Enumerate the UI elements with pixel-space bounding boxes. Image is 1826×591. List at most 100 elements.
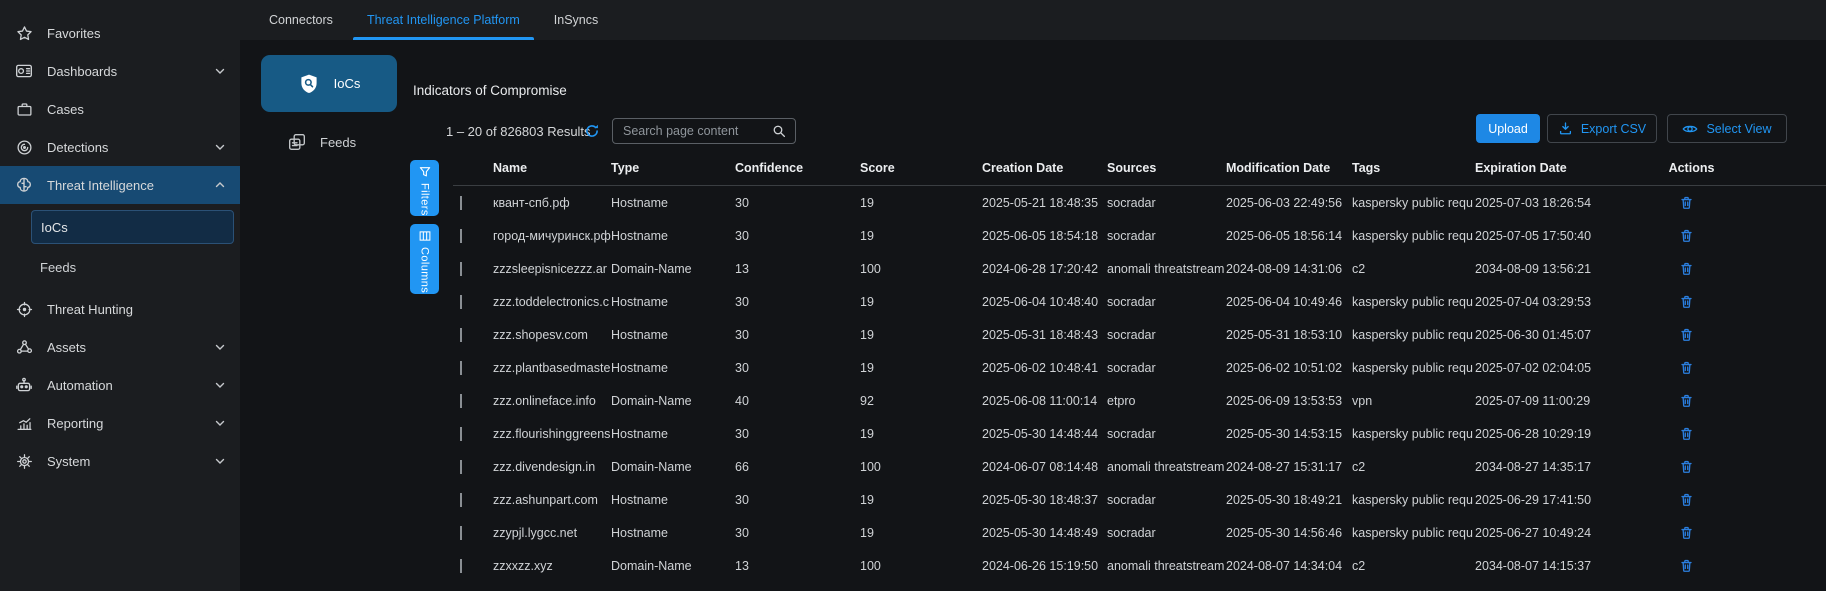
cell-creation-date: 2025-06-02 10:48:41	[982, 361, 1107, 375]
delete-icon[interactable]	[1678, 293, 1696, 311]
row-checkbox[interactable]	[460, 361, 462, 375]
sidebar-item-reporting[interactable]: Reporting	[0, 404, 240, 442]
cell-expiration-date: 2034-08-09 13:56:21	[1475, 262, 1614, 276]
tab-threat-intelligence-platform[interactable]: Threat Intelligence Platform	[350, 0, 537, 40]
row-checkbox[interactable]	[460, 295, 462, 309]
table-row[interactable]: zzz.divendesign.in Domain-Name 66 100 20…	[453, 450, 1826, 483]
table-row[interactable]: zzxxzz.xyz Domain-Name 13 100 2024-06-26…	[453, 549, 1826, 582]
row-checkbox[interactable]	[460, 229, 462, 243]
table-row[interactable]: zzypjl.lygcc.net Hostname 30 19 2025-05-…	[453, 516, 1826, 549]
search-input[interactable]	[621, 123, 766, 139]
table-row[interactable]: zzz.shopesv.com Hostname 30 19 2025-05-3…	[453, 318, 1826, 351]
table-row[interactable]: zzz.toddelectronics.c Hostname 30 19 202…	[453, 285, 1826, 318]
row-checkbox[interactable]	[460, 196, 462, 210]
feeds-icon	[288, 133, 306, 151]
delete-icon[interactable]	[1678, 557, 1696, 575]
row-checkbox[interactable]	[460, 493, 462, 507]
top-tab-bar: Connectors Threat Intelligence Platform …	[240, 0, 1826, 40]
table-row[interactable]: zzz.ashunpart.com Hostname 30 19 2025-05…	[453, 483, 1826, 516]
sidebar-item-threat-intelligence[interactable]: Threat Intelligence	[0, 166, 240, 204]
sidebar-item-iocs[interactable]: IoCs	[31, 210, 234, 244]
gear-icon	[14, 451, 34, 471]
delete-icon[interactable]	[1678, 359, 1696, 377]
delete-icon[interactable]	[1678, 458, 1696, 476]
sidebar-item-label: Threat Hunting	[47, 302, 133, 317]
cell-score: 100	[860, 460, 982, 474]
select-view-button[interactable]: Select View	[1667, 114, 1787, 143]
table-row[interactable]: zzz.onlineface.info Domain-Name 40 92 20…	[453, 384, 1826, 417]
delete-icon[interactable]	[1678, 260, 1696, 278]
cell-sources: socradar	[1107, 229, 1226, 243]
delete-icon[interactable]	[1678, 425, 1696, 443]
cell-name: квант-спб.рф	[493, 196, 611, 210]
tab-connectors[interactable]: Connectors	[252, 0, 350, 40]
chart-icon	[14, 413, 34, 433]
sidebar-item-feeds[interactable]: Feeds	[31, 252, 234, 282]
delete-icon[interactable]	[1678, 491, 1696, 509]
table-row[interactable]: zzz.plantbasedmaste Hostname 30 19 2025-…	[453, 351, 1826, 384]
sidebar-item-dashboards[interactable]: Dashboards	[0, 52, 240, 90]
cell-modification-date: 2025-05-30 14:53:15	[1226, 427, 1352, 441]
sidebar-item-assets[interactable]: Assets	[0, 328, 240, 366]
row-checkbox[interactable]	[460, 526, 462, 540]
cell-name: zzypjl.lygcc.net	[493, 526, 611, 540]
sidebar-item-threat-hunting[interactable]: Threat Hunting	[0, 290, 240, 328]
row-checkbox[interactable]	[460, 460, 462, 474]
cell-creation-date: 2025-05-30 14:48:49	[982, 526, 1107, 540]
cell-type: Hostname	[611, 361, 735, 375]
sidebar-item-label: Reporting	[47, 416, 103, 431]
subnav-feeds-button[interactable]: Feeds	[288, 130, 356, 154]
row-checkbox[interactable]	[460, 262, 462, 276]
row-checkbox[interactable]	[460, 559, 462, 573]
cell-sources: etpro	[1107, 394, 1226, 408]
table-row[interactable]: квант-спб.рф Hostname 30 19 2025-05-21 1…	[453, 186, 1826, 219]
cell-tags: kaspersky public requ	[1352, 229, 1475, 243]
cell-tags: c2	[1352, 262, 1475, 276]
delete-icon[interactable]	[1678, 227, 1696, 245]
row-checkbox[interactable]	[460, 328, 462, 342]
cell-expiration-date: 2025-07-04 03:29:53	[1475, 295, 1614, 309]
sidebar-item-detections[interactable]: Detections	[0, 128, 240, 166]
cell-expiration-date: 2034-08-27 14:35:17	[1475, 460, 1614, 474]
chevron-down-icon	[214, 417, 226, 429]
cell-modification-date: 2025-06-03 22:49:56	[1226, 196, 1352, 210]
delete-icon[interactable]	[1678, 194, 1696, 212]
table-row[interactable]: zzz.flourishinggreens Hostname 30 19 202…	[453, 417, 1826, 450]
refresh-icon[interactable]	[584, 123, 600, 139]
export-csv-button[interactable]: Export CSV	[1547, 114, 1657, 143]
table-row[interactable]: zzzsleepisnicezzz.ar Domain-Name 13 100 …	[453, 252, 1826, 285]
cell-name: zzz.plantbasedmaste	[493, 361, 611, 375]
table-row[interactable]: город-мичуринск.рф Hostname 30 19 2025-0…	[453, 219, 1826, 252]
columns-button[interactable]: Columns	[410, 224, 439, 294]
sidebar-item-system[interactable]: System	[0, 442, 240, 480]
delete-icon[interactable]	[1678, 524, 1696, 542]
download-icon	[1558, 121, 1573, 136]
dashboard-icon	[14, 61, 34, 81]
upload-button[interactable]: Upload	[1476, 114, 1540, 143]
tab-insyncs[interactable]: InSyncs	[537, 0, 615, 40]
cell-name: zzzsleepisnicezzz.ar	[493, 262, 611, 276]
row-checkbox[interactable]	[460, 427, 462, 441]
sidebar-item-cases[interactable]: Cases	[0, 90, 240, 128]
cell-modification-date: 2025-06-02 10:51:02	[1226, 361, 1352, 375]
sidebar-item-label: Dashboards	[47, 64, 117, 79]
network-icon	[14, 337, 34, 357]
cell-expiration-date: 2034-08-07 14:15:37	[1475, 559, 1614, 573]
brain-icon	[14, 175, 34, 195]
delete-icon[interactable]	[1678, 392, 1696, 410]
delete-icon[interactable]	[1678, 326, 1696, 344]
cell-creation-date: 2024-06-28 17:20:42	[982, 262, 1107, 276]
cell-modification-date: 2025-05-30 18:49:21	[1226, 493, 1352, 507]
cell-confidence: 30	[735, 493, 860, 507]
subnav-iocs-label: IoCs	[334, 76, 361, 91]
search-icon[interactable]	[772, 124, 787, 139]
row-checkbox[interactable]	[460, 394, 462, 408]
sidebar-item-automation[interactable]: Automation	[0, 366, 240, 404]
cell-creation-date: 2024-06-26 15:19:50	[982, 559, 1107, 573]
subnav-iocs-button[interactable]: IoCs	[261, 55, 397, 112]
sidebar-item-favorites[interactable]: Favorites	[0, 14, 240, 52]
cell-creation-date: 2025-05-21 18:48:35	[982, 196, 1107, 210]
filters-button[interactable]: Filters	[410, 160, 439, 216]
sidebar-item-label: Cases	[47, 102, 84, 117]
cell-modification-date: 2025-05-30 14:56:46	[1226, 526, 1352, 540]
